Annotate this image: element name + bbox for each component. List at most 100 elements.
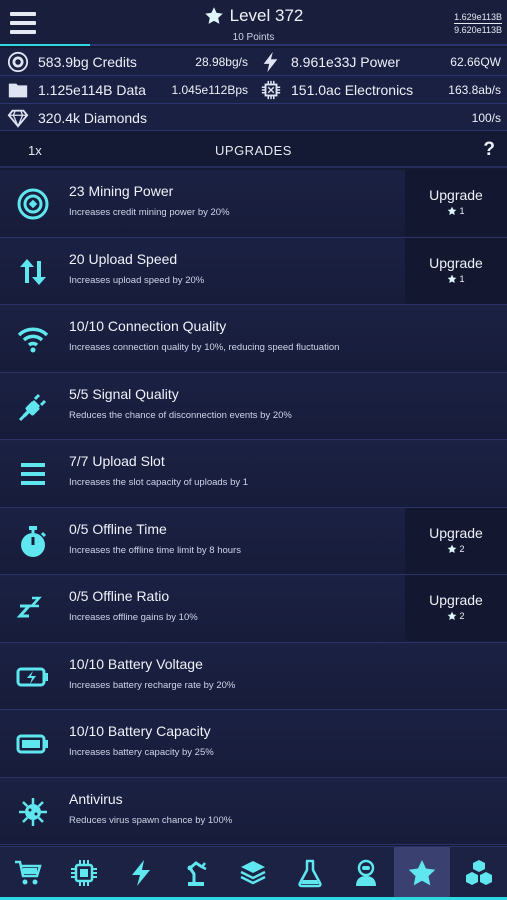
upgrade-description: Increases the slot capacity of uploads b… [69,477,249,488]
upgrade-cost: 2 [447,543,465,554]
upgrade-title: 0/5 Offline Time [69,520,167,537]
upgrade-item: 5/5 Signal Quality Reduces the chance of… [0,372,507,440]
star-icon [448,544,457,553]
star-icon [448,274,457,283]
nav-shop[interactable] [0,847,56,898]
upgrade-item: 7/7 Upload Slot Increases the slot capac… [0,440,507,508]
nav-hardware[interactable] [56,847,112,898]
upgrade-description: Increases upload speed by 20% [69,274,205,286]
chip-icon [261,80,281,100]
cubes-icon [465,859,492,885]
sleep-zzz-icon [16,596,42,618]
virus-icon [19,797,47,826]
resource-row: 320.4k Diamonds 100/s [0,104,507,131]
upgrade-title: 20 Upload Speed [69,250,178,267]
data-value: 1.125e114B Data [38,82,146,98]
header-accent-line [0,44,90,46]
stopwatch-icon [21,525,47,557]
upgrade-item: 20 Upload Speed Increases upload speed b… [0,237,507,305]
upgrade-button[interactable]: Upgrade 1 [405,237,507,304]
nav-research[interactable] [282,847,338,898]
diamond-icon [7,109,29,128]
electronics-rate: 163.8ab/s [448,83,501,97]
data-rate: 1.045e112Bps [171,83,248,97]
upgrade-button[interactable]: Upgrade 1 [405,170,507,236]
battery-charging-icon [16,667,48,686]
power-value: 8.961e33J Power [291,54,400,70]
robot-arm-icon [187,860,207,886]
upgrade-list: 23 Mining Power Increases credit mining … [0,170,507,845]
diamonds-rate: 100/s [471,111,501,125]
upgrade-button[interactable]: Upgrade 2 [405,575,507,641]
upgrade-description: Increases battery capacity by 25% [69,747,214,758]
astronaut-icon [355,859,376,886]
upgrade-title: 0/5 Offline Ratio [69,588,170,604]
upgrade-button-label: Upgrade [429,187,483,203]
level-label: Level 372 [229,6,304,25]
upgrade-description: Increases battery recharge rate by 20% [69,679,236,691]
upgrade-item: 10/10 Battery Capacity Increases battery… [0,710,507,778]
battery-full-icon [16,734,48,754]
upgrade-description: Reduces virus spawn chance by 100% [69,814,233,826]
level-progress: 1.629e113B 9.620e113B [454,11,502,36]
upgrade-item: 0/5 Offline Time Increases the offline t… [0,507,507,575]
upgrade-cost: 1 [447,206,465,216]
cost-value: 2 [459,543,465,554]
upgrade-button-label: Upgrade [429,592,483,608]
upgrade-title: 7/7 Upload Slot [69,453,165,469]
upgrade-title: 5/5 Signal Quality [69,385,179,402]
upgrade-cost: 2 [447,611,465,621]
upgrade-cost: 1 [447,273,465,284]
nav-blocks[interactable] [450,847,506,898]
upgrade-button[interactable]: Upgrade 2 [405,507,507,574]
upgrades-toolbar: 1x UPGRADES ? [0,133,507,168]
plug-icon [18,393,47,421]
nav-data[interactable] [225,847,281,898]
power-rate: 62.66QW [450,55,501,69]
level-display: Level 372 10 Points [0,6,507,43]
layers-icon [240,860,266,884]
star-icon [448,206,457,215]
star-icon [448,611,457,620]
upgrade-description: Increases offline gains by 10% [69,612,198,623]
upgrade-item: 10/10 Connection Quality Increases conne… [0,305,507,373]
nav-power[interactable] [113,847,169,898]
points-label: 10 Points [232,32,275,43]
up-down-arrows-icon [20,258,46,285]
cost-value: 1 [459,206,465,216]
folder-icon [8,83,28,98]
resource-row: 583.9bg Credits 28.98bg/s 8.961e33J Powe… [0,48,507,75]
cost-value: 1 [459,273,465,284]
upgrade-title: 23 Mining Power [69,183,174,199]
cost-value: 2 [459,611,465,621]
upgrade-description: Increases credit mining power by 20% [69,207,230,218]
progress-max: 9.620e113B [454,25,502,35]
help-button[interactable]: ? [483,139,495,161]
upgrade-item: 0/5 Offline Ratio Increases offline gain… [0,575,507,643]
nav-upgrades[interactable] [394,847,451,898]
flask-icon [298,859,322,887]
nav-automation[interactable] [169,847,225,898]
target-coin-icon [17,188,49,220]
upgrade-title: 10/10 Battery Voltage [69,655,203,672]
upgrade-item: 23 Mining Power Increases credit mining … [0,170,507,238]
upgrade-button-label: Upgrade [429,524,483,541]
star-icon [408,859,436,885]
upgrade-button-label: Upgrade [429,254,483,271]
credit-coin-icon [7,51,29,73]
credits-value: 583.9bg Credits [38,54,137,70]
upgrade-title: 10/10 Battery Capacity [69,723,211,739]
lightning-icon [131,859,150,886]
bottom-nav [0,846,507,900]
top-header: Level 372 10 Points 1.629e113B 9.620e113… [0,0,507,46]
upgrade-description: Increases the offline time limit by 8 ho… [69,544,241,556]
electronics-value: 151.0ac Electronics [291,82,414,98]
wifi-icon [17,327,49,353]
upgrade-title: Antivirus [69,790,123,807]
bars-icon [21,463,45,485]
upgrade-title: 10/10 Connection Quality [69,318,227,334]
lightning-icon [263,51,278,73]
upgrade-description: Reduces the chance of disconnection even… [69,409,292,421]
upgrade-description: Increases connection quality by 10%, red… [69,342,340,353]
nav-characters[interactable] [338,847,394,898]
